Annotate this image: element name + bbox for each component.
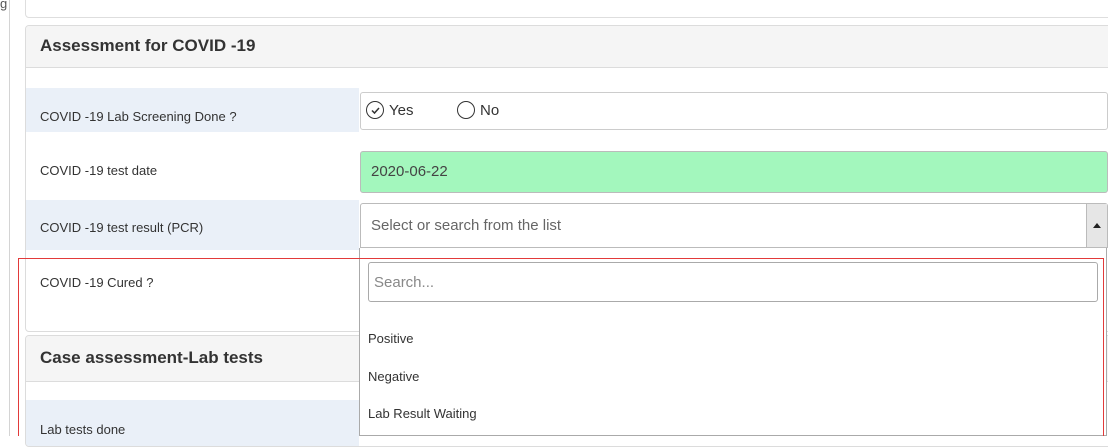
radio-no[interactable]: No: [457, 101, 499, 119]
radio-yes-label: Yes: [389, 101, 414, 119]
screening-label: COVID -19 Lab Screening Done ?: [40, 109, 237, 124]
test-date-field[interactable]: 2020-06-22: [360, 151, 1108, 193]
option-lab-result-waiting[interactable]: Lab Result Waiting: [368, 406, 477, 421]
test-date-value: 2020-06-22: [371, 163, 448, 180]
row-label-cell: COVID -19 test result (PCR): [26, 200, 359, 250]
lab-tests-label: Lab tests done: [40, 422, 126, 437]
radio-yes[interactable]: Yes: [366, 101, 413, 119]
panel-header: Assessment for COVID -19: [26, 26, 1108, 68]
select-placeholder: Select or search from the list: [371, 217, 562, 234]
empty-circle-icon: [457, 101, 475, 119]
test-date-label: COVID -19 test date: [40, 163, 158, 178]
test-date-row: COVID -19 test date 2020-06-22: [26, 147, 1108, 195]
screening-row: COVID -19 Lab Screening Done ? Yes No: [26, 88, 1108, 132]
test-result-select[interactable]: Select or search from the list: [360, 203, 1108, 248]
option-negative[interactable]: Negative: [368, 369, 419, 384]
check-circle-icon: [366, 101, 384, 119]
test-result-label: COVID -19 test result (PCR): [40, 220, 204, 235]
radio-no-label: No: [480, 101, 500, 119]
row-label-cell: COVID -19 test date: [26, 147, 359, 195]
result-dropdown: Positive Negative Lab Result Waiting: [359, 248, 1107, 436]
option-positive[interactable]: Positive: [368, 331, 414, 346]
left-border: [9, 0, 10, 436]
caret-up-icon[interactable]: [1086, 204, 1107, 247]
panel-title: Case assessment-Lab tests: [40, 348, 264, 367]
panel-title: Assessment for COVID -19: [40, 36, 256, 55]
row-label-cell: Lab tests done: [26, 400, 359, 446]
row-label-cell: COVID -19 Cured ?: [26, 261, 359, 321]
corner-text: g: [0, 0, 8, 11]
dropdown-search-box: [368, 262, 1098, 302]
previous-panel: [25, 0, 1108, 18]
row-label-cell: COVID -19 Lab Screening Done ?: [26, 88, 359, 132]
test-result-row: COVID -19 test result (PCR) Select or se…: [26, 200, 1108, 250]
cured-label: COVID -19 Cured ?: [40, 275, 154, 290]
screening-radio-group: Yes No: [360, 92, 1108, 130]
dropdown-search-input[interactable]: [369, 263, 1097, 301]
